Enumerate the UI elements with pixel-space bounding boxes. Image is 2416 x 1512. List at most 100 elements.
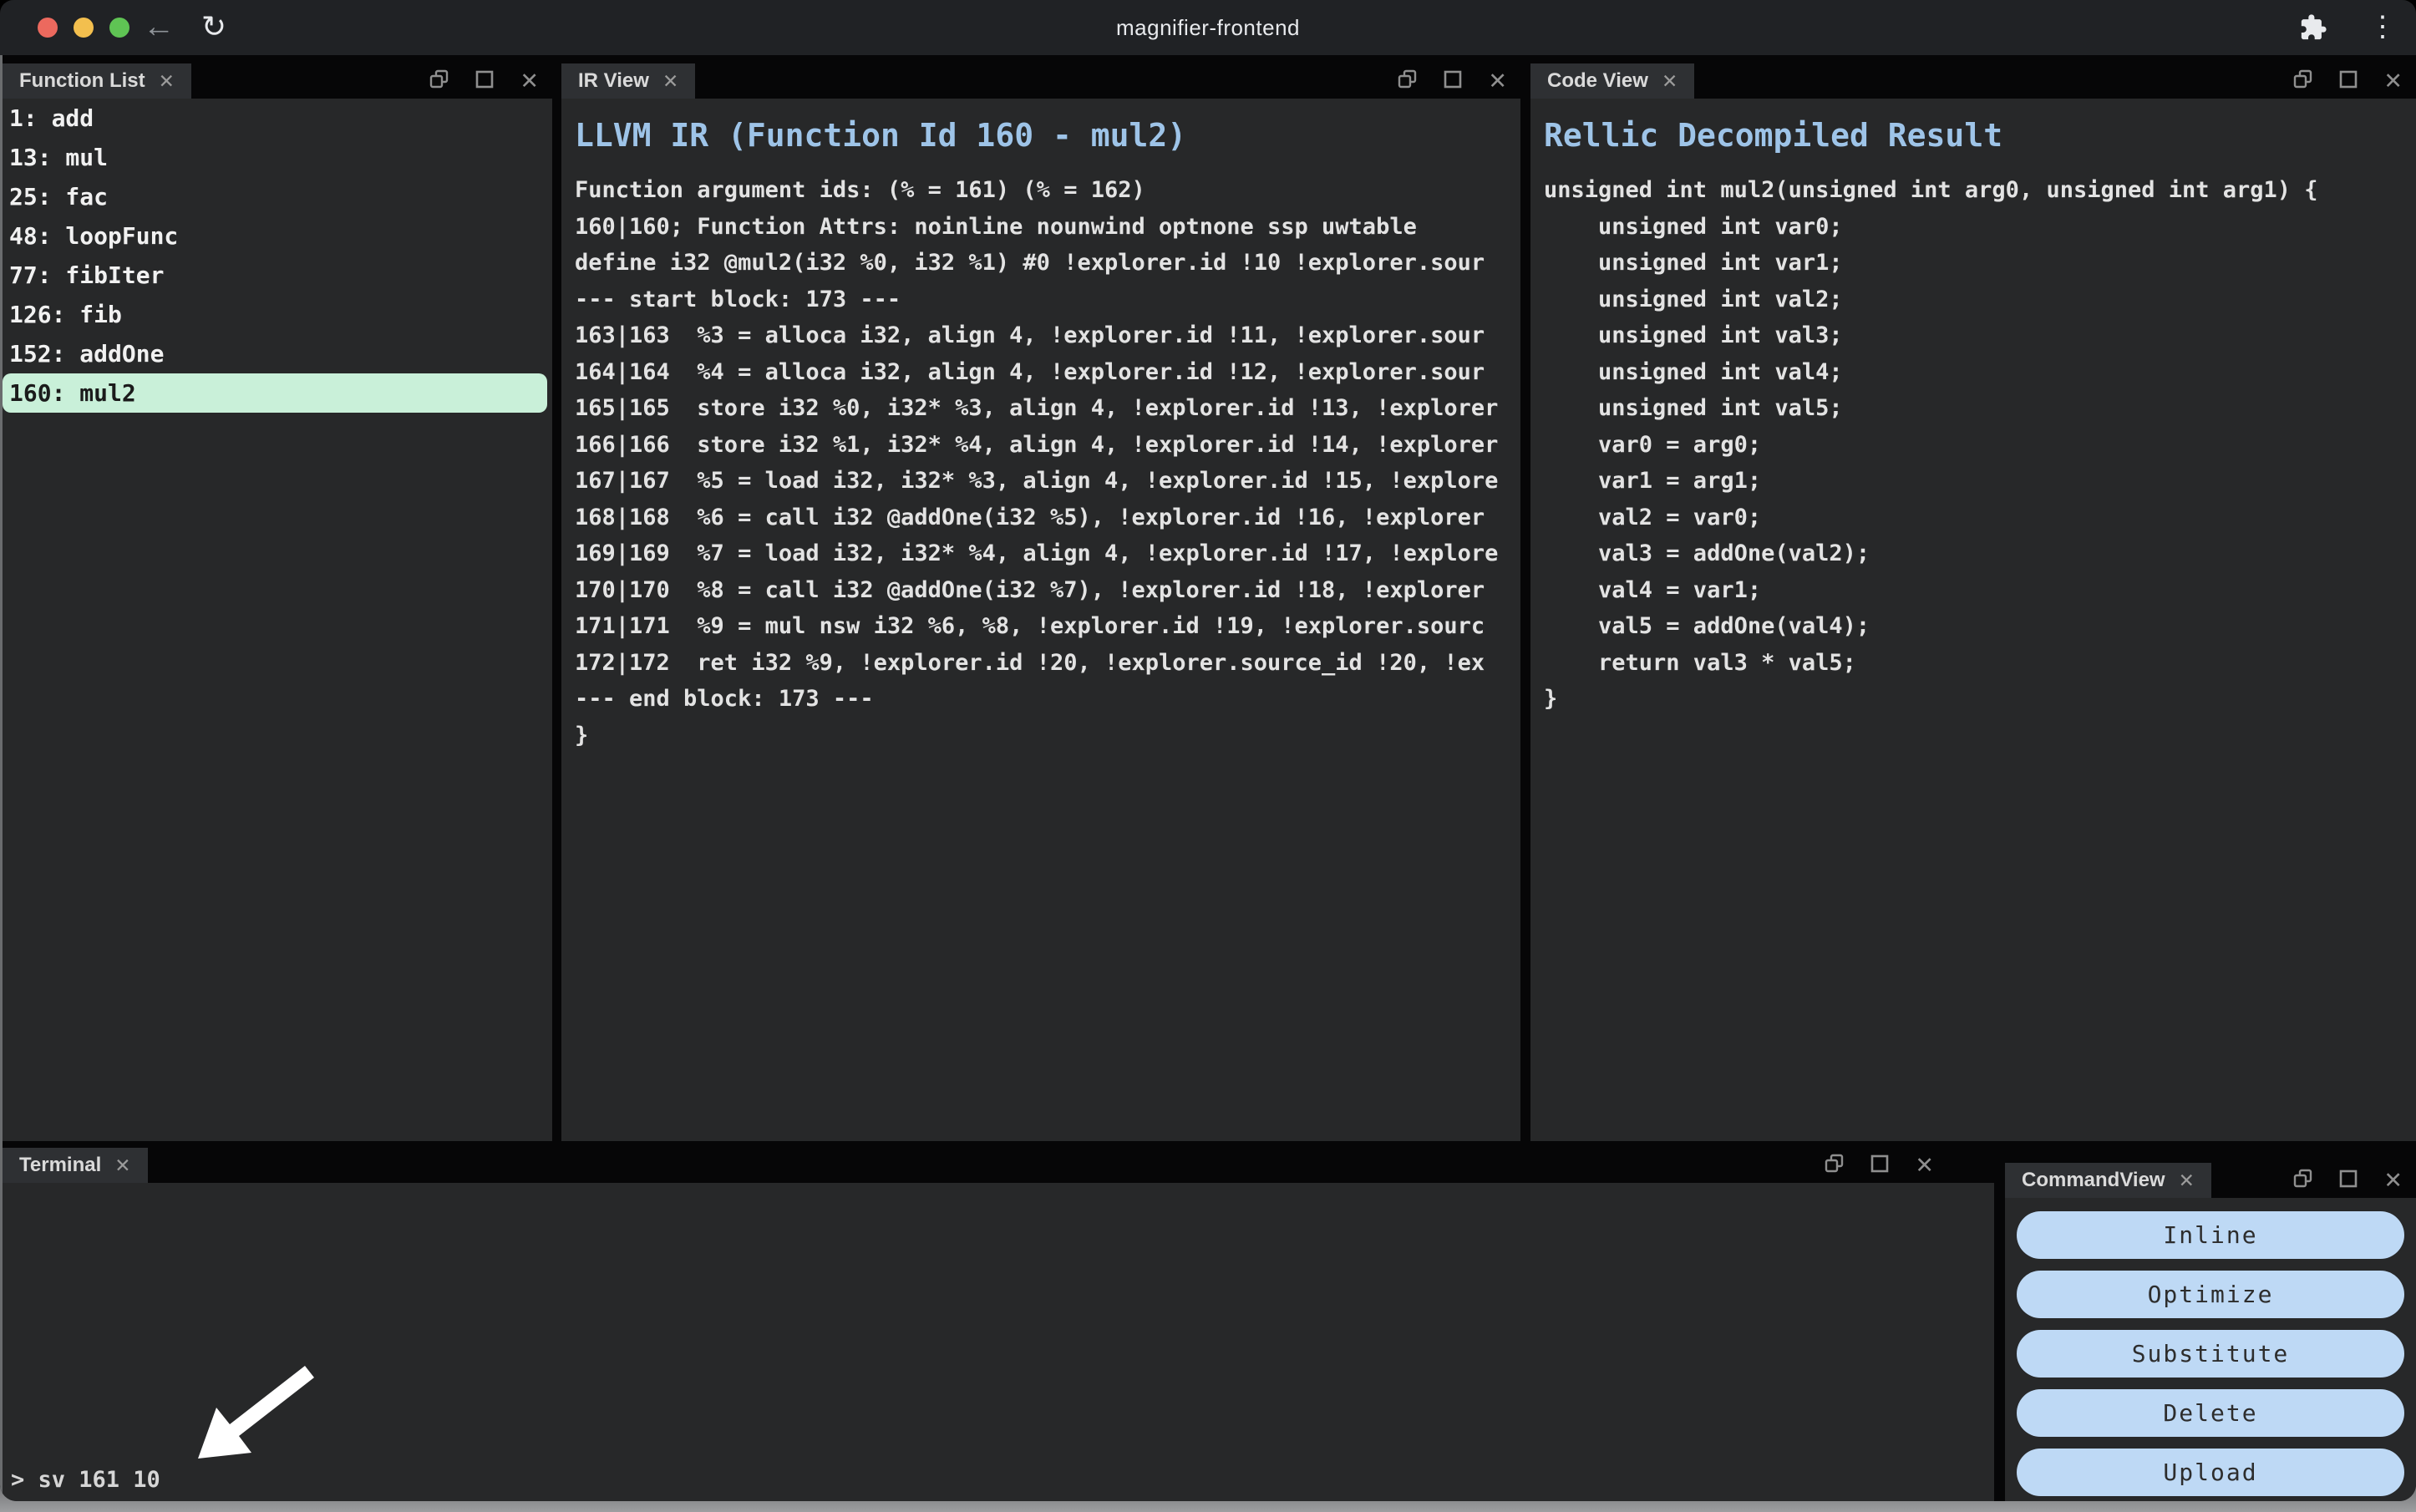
ir-code-line: Function argument ids: (% = 161) (% = 16… xyxy=(575,172,1520,209)
command-button[interactable]: Upload xyxy=(2017,1449,2404,1496)
code-view-body: Rellic Decompiled Result unsigned int mu… xyxy=(1530,99,2416,1141)
maximize-panel-icon[interactable] xyxy=(2338,1169,2358,1193)
command-button[interactable]: Inline xyxy=(2017,1211,2404,1259)
back-icon[interactable]: ← xyxy=(140,0,177,55)
code-view-tabbar: Code View ✕ ✕ xyxy=(1530,63,2416,99)
function-list-item[interactable]: 1: add xyxy=(3,99,552,138)
close-panel-icon[interactable]: ✕ xyxy=(1915,1154,1934,1177)
close-panel-icon[interactable]: ✕ xyxy=(2383,1170,2403,1192)
decompiled-code-line: unsigned int var1; xyxy=(1544,245,2416,282)
decompiled-code-line: return val3 * val5; xyxy=(1544,645,2416,682)
decompiled-code-block: unsigned int mul2(unsigned int arg0, uns… xyxy=(1544,172,2416,718)
decompiled-code-line: var1 = arg1; xyxy=(1544,463,2416,500)
function-list-item[interactable]: 152: addOne xyxy=(3,334,552,373)
ir-code-line: 167|167 %5 = load i32, i32* %3, align 4,… xyxy=(575,463,1520,500)
tab-ir-view[interactable]: IR View ✕ xyxy=(561,63,695,99)
ir-code-line: --- end block: 173 --- xyxy=(575,681,1520,718)
tab-command-view-label: CommandView xyxy=(2022,1169,2165,1192)
decompiled-code-line: unsigned int mul2(unsigned int arg0, uns… xyxy=(1544,172,2416,209)
command-view-body: Inline Optimize Substitute Delete Upload xyxy=(2005,1198,2416,1501)
function-list-item[interactable]: 48: loopFunc xyxy=(3,216,552,256)
decompiled-code-line: unsigned int var0; xyxy=(1544,209,2416,246)
command-button[interactable]: Substitute xyxy=(2017,1330,2404,1378)
ir-code-line: 168|168 %6 = call i32 @addOne(i32 %5), !… xyxy=(575,500,1520,536)
window-left-edge xyxy=(0,55,3,1501)
ir-code-line: 165|165 store i32 %0, i32* %3, align 4, … xyxy=(575,390,1520,427)
ir-code-line: 160|160; Function Attrs: noinline nounwi… xyxy=(575,209,1520,246)
decompiled-code-line: val2 = var0; xyxy=(1544,500,2416,536)
tab-function-list[interactable]: Function List ✕ xyxy=(3,63,191,99)
ir-view-heading: LLVM IR (Function Id 160 - mul2) xyxy=(575,117,1520,154)
float-panel-icon[interactable] xyxy=(429,69,449,94)
decompiled-code-line: val5 = addOne(val4); xyxy=(1544,608,2416,645)
ir-code-line: 166|166 store i32 %1, i32* %4, align 4, … xyxy=(575,427,1520,464)
maximize-panel-icon[interactable] xyxy=(475,69,495,94)
tab-close-icon[interactable]: ✕ xyxy=(159,70,175,93)
maximize-panel-icon[interactable] xyxy=(1870,1154,1890,1178)
tab-code-view[interactable]: Code View ✕ xyxy=(1530,63,1694,99)
function-list-item[interactable]: 160: mul2 xyxy=(3,373,547,413)
minimize-window-button[interactable] xyxy=(74,18,94,38)
function-list-tabbar: Function List ✕ ✕ xyxy=(3,63,552,99)
float-panel-icon[interactable] xyxy=(1398,69,1418,94)
window-title: magnifier-frontend xyxy=(334,0,2082,55)
decompiled-code-line: var0 = arg0; xyxy=(1544,427,2416,464)
close-panel-icon[interactable]: ✕ xyxy=(520,70,539,93)
extension-puzzle-icon[interactable] xyxy=(2299,13,2327,46)
ir-code-line: 170|170 %8 = call i32 @addOne(i32 %7), !… xyxy=(575,572,1520,609)
terminal-panel: Terminal ✕ ✕ > sv 161 10 xyxy=(3,1148,1994,1501)
command-view-tabbar: CommandView ✕ ✕ xyxy=(2005,1163,2416,1198)
ir-code-line: 171|171 %9 = mul nsw i32 %6, %8, !explor… xyxy=(575,608,1520,645)
command-button[interactable]: Optimize xyxy=(2017,1271,2404,1318)
close-panel-icon[interactable]: ✕ xyxy=(2383,70,2403,93)
ir-view-body: LLVM IR (Function Id 160 - mul2) Functio… xyxy=(561,99,1520,1141)
close-panel-icon[interactable]: ✕ xyxy=(1488,70,1507,93)
float-panel-icon[interactable] xyxy=(2293,69,2313,94)
browser-menu-icon[interactable]: ⋮ xyxy=(2366,0,2399,55)
tab-close-icon[interactable]: ✕ xyxy=(114,1154,130,1177)
decompiled-code-line: unsigned int val2; xyxy=(1544,282,2416,318)
function-list-item[interactable]: 77: fibIter xyxy=(3,256,552,295)
float-panel-icon[interactable] xyxy=(2293,1169,2313,1193)
ir-code-line: define i32 @mul2(i32 %0, i32 %1) #0 !exp… xyxy=(575,245,1520,282)
zoom-window-button[interactable] xyxy=(109,18,129,38)
function-list-item[interactable]: 25: fac xyxy=(3,177,552,216)
tab-command-view[interactable]: CommandView ✕ xyxy=(2005,1163,2211,1198)
tab-terminal[interactable]: Terminal ✕ xyxy=(3,1148,148,1183)
terminal-prompt[interactable]: > sv 161 10 xyxy=(11,1467,160,1493)
tab-close-icon[interactable]: ✕ xyxy=(662,70,678,93)
float-panel-icon[interactable] xyxy=(1825,1154,1845,1178)
code-view-panel: Code View ✕ ✕ Rellic Decompiled Result u… xyxy=(1530,63,2416,1141)
ir-code-line: 169|169 %7 = load i32, i32* %4, align 4,… xyxy=(575,535,1520,572)
decompiled-code-line: unsigned int val3; xyxy=(1544,317,2416,354)
command-button[interactable]: Delete xyxy=(2017,1389,2404,1437)
mouse-cursor-arrow xyxy=(180,1365,330,1478)
ir-code-line: --- start block: 173 --- xyxy=(575,282,1520,318)
tab-code-view-label: Code View xyxy=(1547,69,1648,93)
terminal-tabbar: Terminal ✕ ✕ xyxy=(3,1148,1994,1183)
ir-view-panel: IR View ✕ ✕ LLVM IR (Function Id 160 - m… xyxy=(561,63,1520,1141)
maximize-panel-icon[interactable] xyxy=(1443,69,1463,94)
function-list-item[interactable]: 126: fib xyxy=(3,295,552,334)
ir-code-line: 172|172 ret i32 %9, !explorer.id !20, !e… xyxy=(575,645,1520,682)
tab-close-icon[interactable]: ✕ xyxy=(1662,70,1677,93)
terminal-body[interactable]: > sv 161 10 xyxy=(3,1183,1994,1501)
code-view-heading: Rellic Decompiled Result xyxy=(1544,117,2416,154)
function-list-item[interactable]: 13: mul xyxy=(3,138,552,177)
refresh-icon[interactable]: ↻ xyxy=(195,0,232,55)
tab-terminal-label: Terminal xyxy=(19,1154,101,1177)
ir-view-tabbar: IR View ✕ ✕ xyxy=(561,63,1520,99)
decompiled-code-line: val4 = var1; xyxy=(1544,572,2416,609)
maximize-panel-icon[interactable] xyxy=(2338,69,2358,94)
tab-function-list-label: Function List xyxy=(19,69,145,93)
magnifier-app-surface: Function List ✕ ✕ 1: add 13: mul 25: fac… xyxy=(0,55,2416,1501)
function-list-panel: Function List ✕ ✕ 1: add 13: mul 25: fac… xyxy=(3,63,552,1141)
ir-code-block: Function argument ids: (% = 161) (% = 16… xyxy=(575,172,1520,753)
tab-close-icon[interactable]: ✕ xyxy=(2179,1170,2195,1192)
ir-code-line: } xyxy=(575,718,1520,754)
decompiled-code-line: unsigned int val5; xyxy=(1544,390,2416,427)
decompiled-code-line: unsigned int val4; xyxy=(1544,354,2416,391)
decompiled-code-line: val3 = addOne(val2); xyxy=(1544,535,2416,572)
command-view-panel: CommandView ✕ ✕ Inline Optimize Substitu… xyxy=(2005,1163,2416,1501)
close-window-button[interactable] xyxy=(38,18,58,38)
